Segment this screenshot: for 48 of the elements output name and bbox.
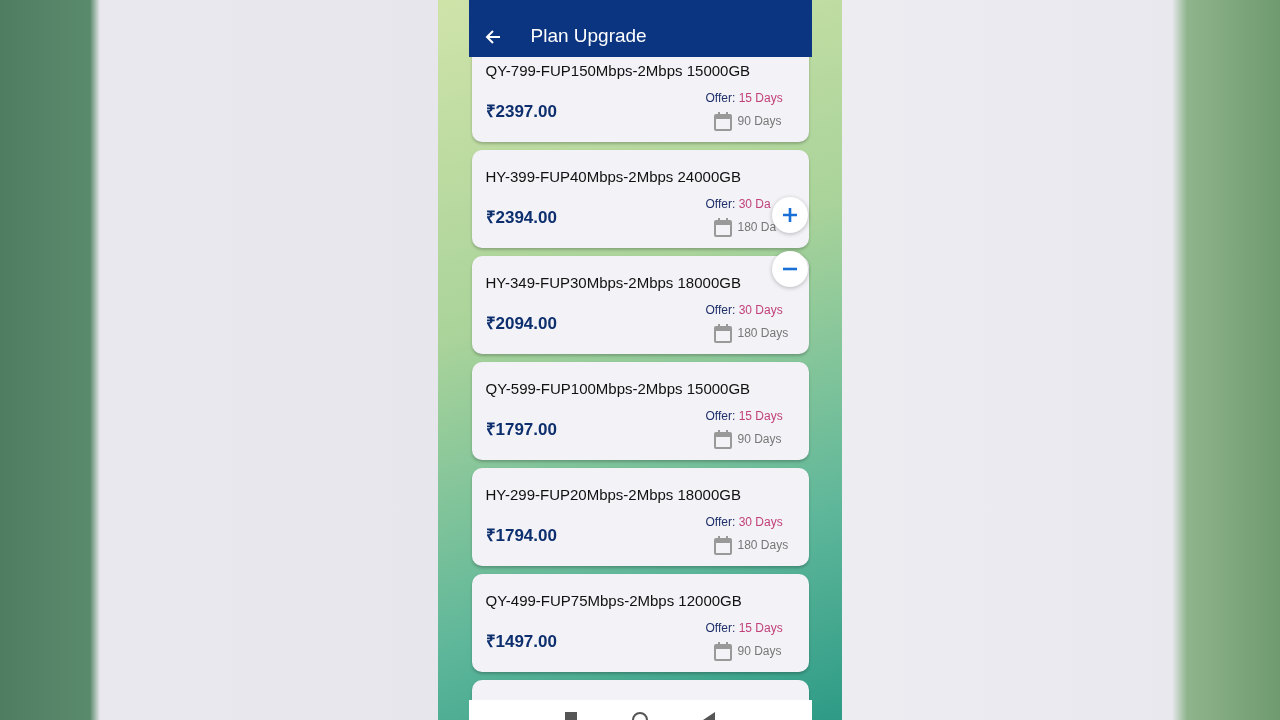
plan-price: ₹1794.00 [485,524,557,547]
calendar-icon [713,535,732,555]
screen-title: Plan Upgrade [530,26,647,45]
back-icon[interactable] [484,29,501,45]
calendar-icon [713,429,732,449]
validity-text: 90 Days [737,643,782,660]
calendar-icon [713,111,732,131]
validity-text: 180 Days [737,537,789,554]
offer-label: Offer: [705,514,736,529]
plan-price: ₹2397.00 [485,100,557,123]
plan-name: QY-499-FUP75Mbps-2Mbps 12000GB [485,591,743,611]
plan-card[interactable]: HY-399-FUP40Mbps-2Mbps 24000GB ₹2394.00 Offer: 30 Da 180 Da [471,150,809,248]
plan-name: QY-599-FUP100Mbps-2Mbps 15000GB [485,379,752,399]
plan-card[interactable]: HY-299-FUP20Mbps-2Mbps 18000GB ₹1794.00 Offer: 30 Days 180 Days [471,468,809,566]
offer-label: Offer: [705,620,736,635]
plan-name: HY-399-FUP40Mbps-2Mbps 24000GB [485,167,742,187]
offer-label: Offer: [705,90,736,105]
plan-card[interactable]: QY-799-FUP150Mbps-2Mbps 15000GB ₹2397.00 Offer: 15 Days 90 Days [471,57,809,142]
offer-value: 30 Days [738,514,783,529]
offer-label: Offer: [705,408,736,423]
back-nav-icon[interactable] [703,712,715,720]
plan-price: ₹2394.00 [485,206,557,229]
offer-label: Offer: [705,302,736,317]
offer-value: 15 Days [738,90,783,105]
home-icon[interactable] [632,712,648,720]
plan-card[interactable]: QY-499-FUP75Mbps-2Mbps 12000GB ₹1497.00 Offer: 15 Days 90 Days [471,574,809,672]
validity-text: 180 Da [737,219,777,236]
validity-text: 90 Days [737,113,782,130]
zoom-out-button[interactable] [772,251,808,287]
plan-price: ₹1497.00 [485,630,557,653]
plan-card[interactable]: HY-349-FUP30Mbps-2Mbps 18000GB ₹2094.00 Offer: 30 Days 180 Days [471,256,809,354]
offer-value: 30 Da [738,196,771,211]
offer-value: 15 Days [738,620,783,635]
plan-price: ₹2094.00 [485,312,557,335]
offer-label: Offer: [705,196,736,211]
calendar-icon [713,323,732,343]
plan-card[interactable]: QY-599-FUP100Mbps-2Mbps 15000GB ₹1797.00 Offer: 15 Days 90 Days [471,362,809,460]
offer-value: 15 Days [738,408,783,423]
calendar-icon [713,217,732,237]
validity-text: 90 Days [737,431,782,448]
offer-value: 30 Days [738,302,783,317]
plan-name: HY-299-FUP20Mbps-2Mbps 18000GB [485,485,742,505]
plan-name: QY-799-FUP150Mbps-2Mbps 15000GB [485,61,752,81]
plan-price: ₹1797.00 [485,418,557,441]
calendar-icon [713,641,732,661]
validity-text: 180 Days [737,325,789,342]
plan-name: HY-349-FUP30Mbps-2Mbps 18000GB [485,273,742,293]
plus-icon [782,207,798,223]
